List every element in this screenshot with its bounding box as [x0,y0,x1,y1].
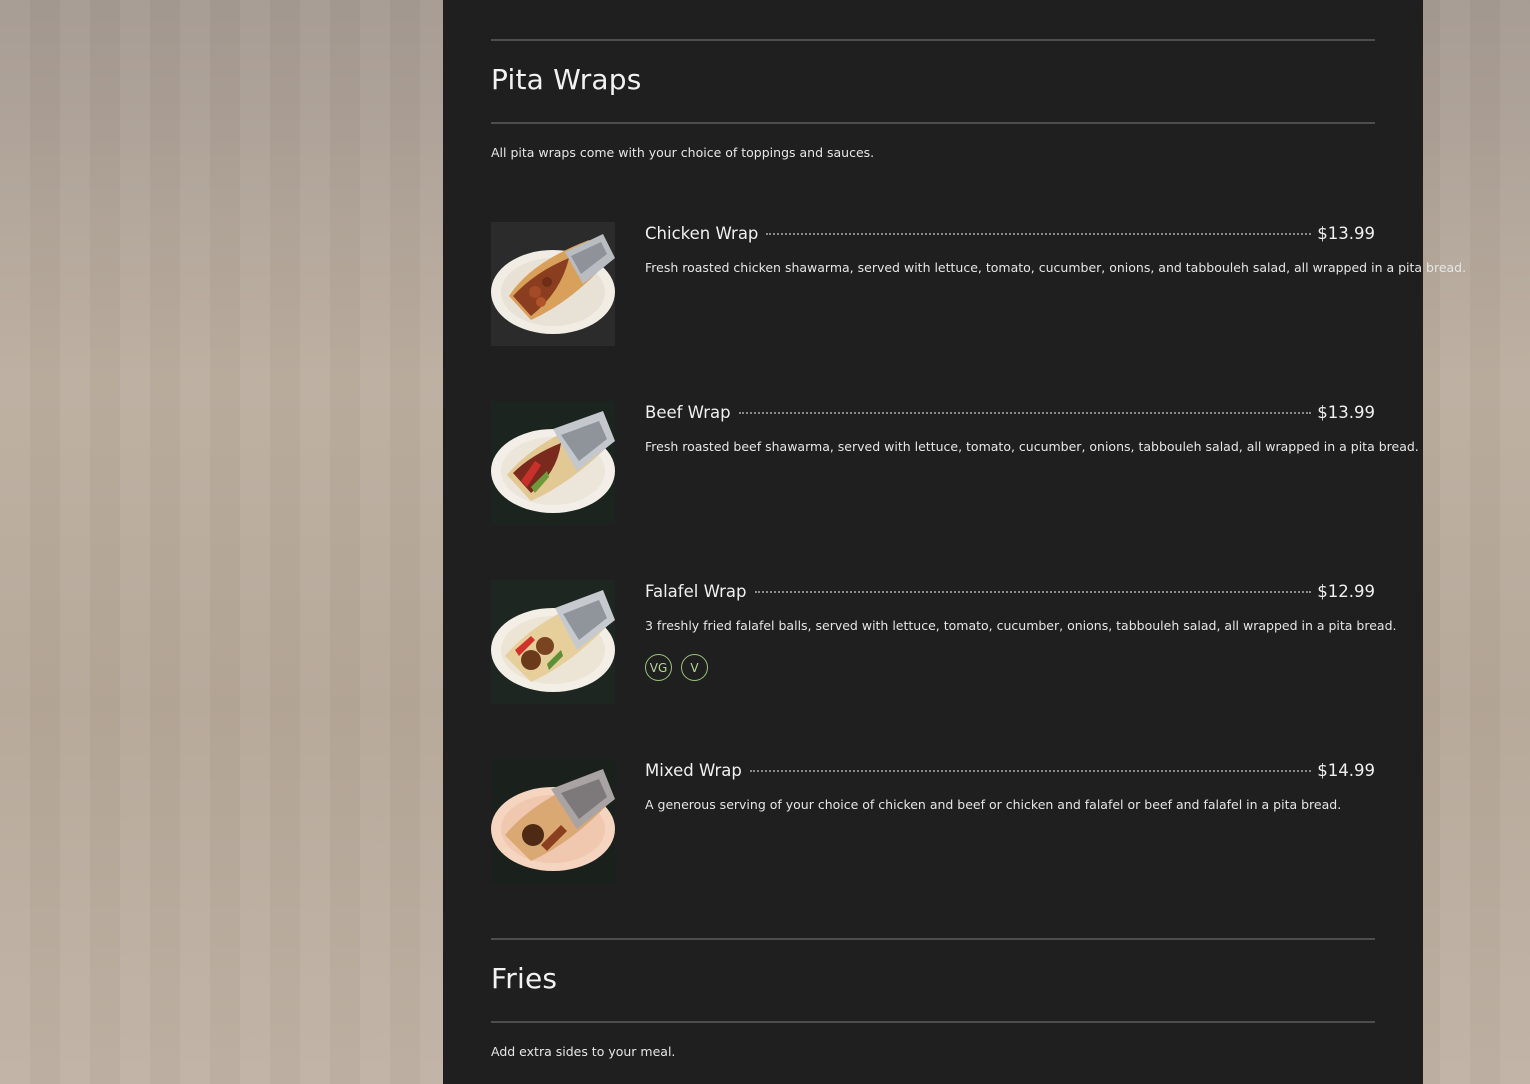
item-name: Falafel Wrap [645,582,747,601]
menu-content: Pita Wraps All pita wraps come with your… [491,0,1466,1084]
section-divider [491,938,1375,940]
item-description: A generous serving of your choice of chi… [645,797,1342,812]
chicken-wrap-photo [491,222,615,346]
dot-leader [766,233,1312,235]
vegan-badge: VG [645,654,672,681]
dot-leader [738,412,1312,414]
menu-item-chicken-wrap: Chicken Wrap $13.99 Fresh roasted chicke… [491,222,1466,346]
menu-item-falafel-wrap: Falafel Wrap $12.99 3 freshly fried fala… [491,580,1396,704]
item-description: 3 freshly fried falafel balls, served wi… [645,618,1397,633]
item-header: Falafel Wrap $12.99 [645,582,1375,601]
item-name: Chicken Wrap [645,224,759,243]
item-header: Mixed Wrap $14.99 [645,761,1375,780]
dot-leader [754,591,1312,593]
section-description: All pita wraps come with your choice of … [491,145,875,160]
menu-panel: Pita Wraps All pita wraps come with your… [443,0,1466,1084]
menu-item-beef-wrap: Beef Wrap $13.99 Fresh roasted beef shaw… [491,401,1419,525]
item-price: $13.99 [1317,224,1375,243]
section-description: Add extra sides to your meal. [491,1044,676,1059]
section-divider [491,39,1375,41]
section-divider [491,1021,1375,1023]
item-price: $12.99 [1317,582,1375,601]
item-price: $14.99 [1317,761,1375,780]
vegetarian-badge: V [681,654,708,681]
item-name: Beef Wrap [645,403,731,422]
menu-item-mixed-wrap: Mixed Wrap $14.99 A generous serving of … [491,759,1375,883]
beef-wrap-photo [491,401,615,525]
item-name: Mixed Wrap [645,761,742,780]
item-description: Fresh roasted chicken shawarma, served w… [645,260,1467,275]
item-price: $13.99 [1317,403,1375,422]
item-header: Chicken Wrap $13.99 [645,224,1375,243]
item-header: Beef Wrap $13.99 [645,403,1375,422]
item-description: Fresh roasted beef shawarma, served with… [645,439,1419,454]
section-title-fries: Fries [491,962,558,995]
section-divider [491,122,1375,124]
dietary-badges: VG V [645,654,708,681]
dot-leader [749,770,1312,772]
mixed-wrap-photo [491,759,615,883]
falafel-wrap-photo [491,580,615,704]
section-title-pita-wraps: Pita Wraps [491,63,642,96]
